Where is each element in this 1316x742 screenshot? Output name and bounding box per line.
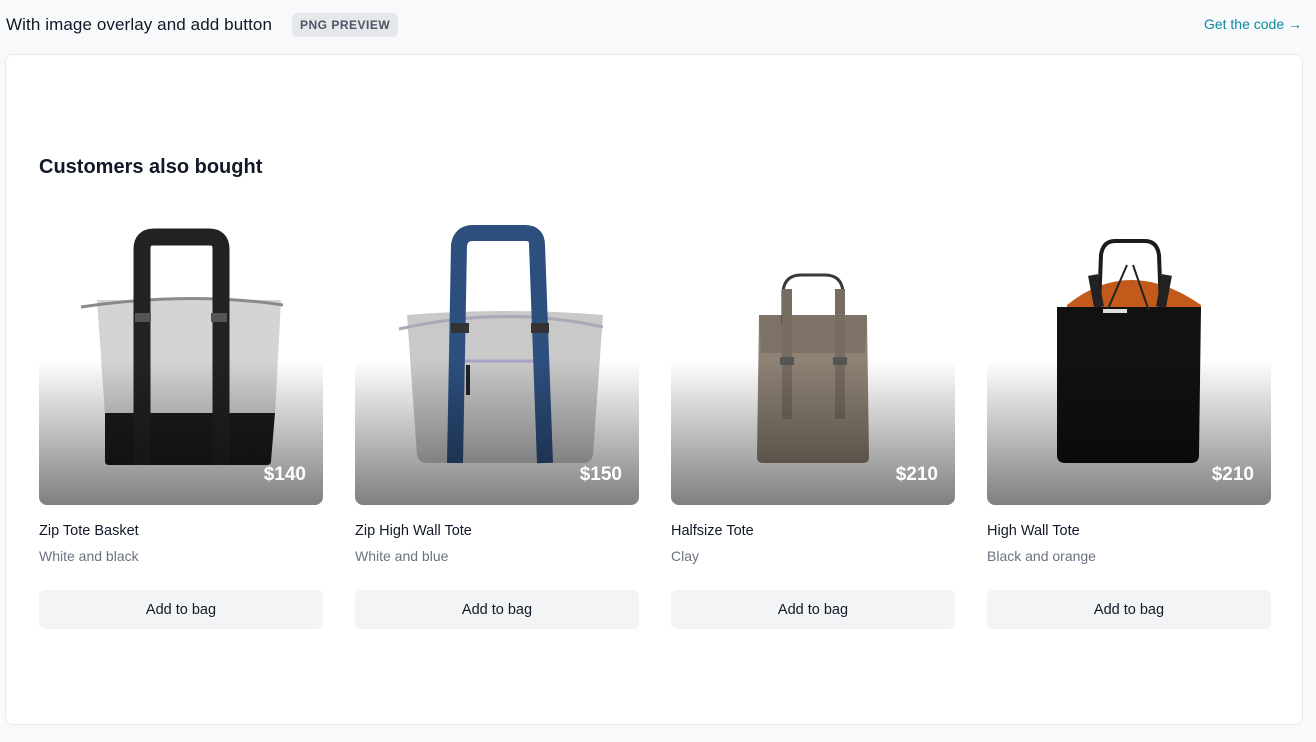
product-image-container[interactable]: $140 bbox=[39, 215, 323, 505]
example-title: With image overlay and add button bbox=[6, 15, 273, 34]
product-name: Halfsize Tote bbox=[671, 523, 754, 539]
product-image-container[interactable]: $150 bbox=[355, 215, 639, 505]
product-name: Zip Tote Basket bbox=[39, 523, 139, 539]
product-card[interactable]: $210 High Wall Tote Black and orange Add… bbox=[987, 215, 1271, 629]
product-name: Zip High Wall Tote bbox=[355, 523, 472, 539]
product-price: $140 bbox=[263, 464, 306, 485]
top-bar: With image overlay and add button PNG PR… bbox=[0, 0, 1316, 52]
add-to-bag-button[interactable]: Add to bag bbox=[355, 590, 639, 629]
product-price: $210 bbox=[895, 464, 938, 485]
product-variant: Clay bbox=[671, 548, 700, 564]
product-image-container[interactable]: $210 bbox=[987, 215, 1271, 505]
section-title: Customers also bought bbox=[39, 156, 263, 178]
add-to-bag-button[interactable]: Add to bag bbox=[671, 590, 955, 629]
product-price: $150 bbox=[579, 464, 622, 485]
get-the-code-link[interactable]: Get the code → bbox=[1204, 16, 1302, 32]
product-card[interactable]: $140 Zip Tote Basket White and black Add… bbox=[39, 215, 323, 629]
png-preview-badge: PNG PREVIEW bbox=[292, 13, 399, 37]
product-price: $210 bbox=[1211, 464, 1254, 485]
product-card[interactable]: $150 Zip High Wall Tote White and blue A… bbox=[355, 215, 639, 629]
product-variant: White and black bbox=[39, 548, 139, 564]
product-image-container[interactable]: $210 bbox=[671, 215, 955, 505]
product-card[interactable]: $210 Halfsize Tote Clay Add to bag bbox=[671, 215, 955, 629]
product-variant: White and blue bbox=[355, 548, 449, 564]
product-variant: Black and orange bbox=[987, 548, 1096, 564]
add-to-bag-button[interactable]: Add to bag bbox=[39, 590, 323, 629]
preview-panel: Customers also bought $140 Zip Tote Bask… bbox=[5, 54, 1303, 725]
add-to-bag-button[interactable]: Add to bag bbox=[987, 590, 1271, 629]
product-name: High Wall Tote bbox=[987, 523, 1080, 539]
